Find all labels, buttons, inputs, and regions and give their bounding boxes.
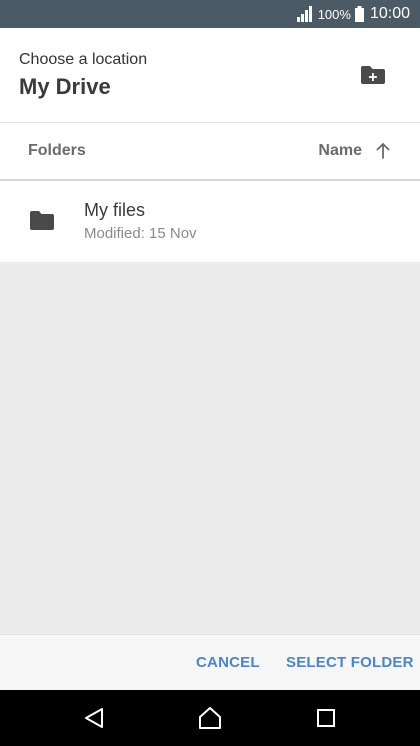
arrow-up-icon: [376, 143, 390, 159]
signal-icon: [296, 6, 312, 22]
back-button[interactable]: [82, 706, 106, 730]
select-folder-button[interactable]: SELECT FOLDER: [286, 654, 414, 671]
sort-label: Name: [318, 142, 362, 159]
location-header: Choose a location My Drive: [0, 28, 420, 123]
folder-modified-date: Modified: 15 Nov: [84, 225, 197, 242]
page-title: My Drive: [19, 74, 111, 99]
recent-apps-icon: [317, 709, 335, 727]
clock: 10:00: [369, 5, 410, 22]
sort-by-name-button[interactable]: Name: [318, 135, 390, 167]
cancel-button[interactable]: CANCEL: [196, 654, 260, 671]
folders-column-label: Folders: [28, 142, 86, 159]
status-bar: 100% 10:00: [0, 0, 420, 28]
new-folder-button[interactable]: [356, 61, 390, 89]
navigation-bar: [0, 690, 420, 746]
recent-apps-button[interactable]: [314, 706, 338, 730]
header-subtitle: Choose a location: [19, 51, 148, 68]
battery-icon: [354, 6, 364, 22]
home-icon: [199, 707, 221, 729]
list-column-header: Folders Name: [0, 123, 420, 180]
battery-percent: 100%: [317, 6, 351, 22]
list-item[interactable]: My files Modified: 15 Nov: [0, 181, 420, 262]
action-bar: CANCEL SELECT FOLDER: [0, 634, 420, 691]
folder-icon: [30, 211, 54, 230]
screen: 100% 10:00 Choose a location My Drive Fo…: [0, 0, 420, 746]
folder-name: My files: [84, 200, 146, 220]
back-icon: [85, 708, 103, 728]
status-indicators: 100% 10:00: [296, 0, 410, 28]
home-button[interactable]: [198, 706, 222, 730]
new-folder-icon: [361, 66, 385, 84]
